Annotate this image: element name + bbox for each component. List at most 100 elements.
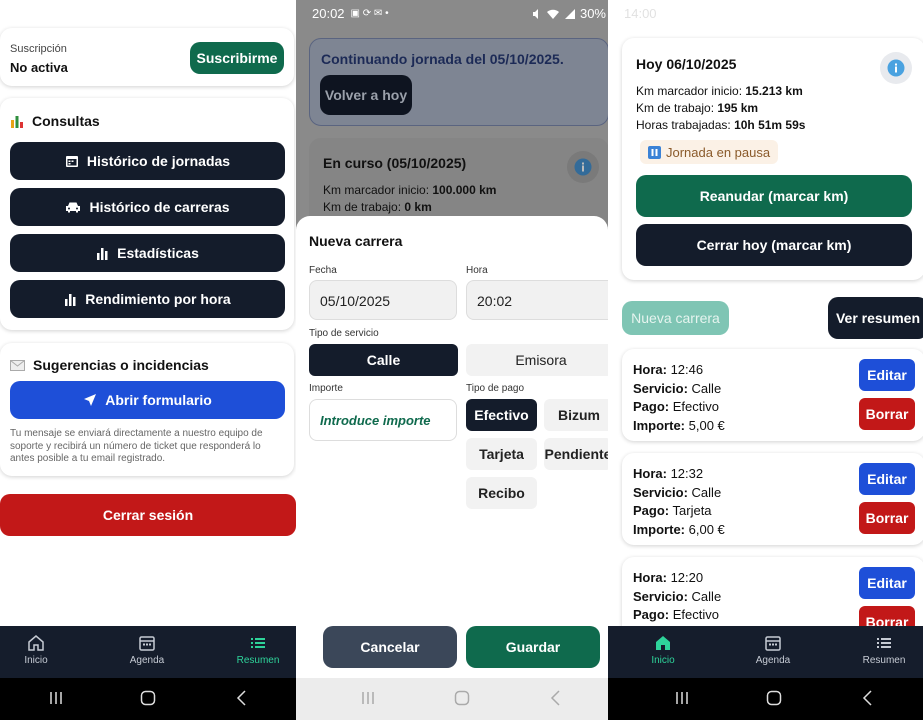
fecha-field[interactable]: 05/10/2025 (309, 280, 457, 320)
logout-button[interactable]: Cerrar sesión (0, 494, 296, 536)
importe-input[interactable]: Introduce importe (309, 399, 457, 441)
service-type-label: Tipo de servicio (309, 328, 379, 339)
ride-details: Hora: 12:32 Servicio: Calle Pago: Tarjet… (633, 465, 725, 539)
value: 12:46 (670, 362, 704, 377)
status-bar: 20:02 ▣ ⟳ ✉ • (312, 6, 389, 21)
subscription-card: Suscripción No activa Suscribirme (0, 28, 294, 86)
system-nav-bar (0, 678, 296, 720)
delete-button[interactable]: Borrar (859, 502, 915, 534)
recents-icon[interactable] (674, 690, 690, 706)
system-nav-bar (608, 678, 923, 720)
value: Efectivo (672, 399, 719, 414)
edit-button[interactable]: Editar (859, 567, 915, 599)
history-shifts-button[interactable]: Histórico de jornadas (10, 142, 285, 180)
ride-pago: Pago: Tarjeta (633, 502, 725, 521)
ride-card: Hora: 12:46 Servicio: Calle Pago: Efecti… (622, 349, 923, 441)
ride-importe: Importe: 5,00 € (633, 417, 725, 436)
service-calle-option[interactable]: Calle (309, 344, 458, 376)
ride-pago: Pago: Efectivo (633, 398, 725, 417)
payment-tarjeta-option[interactable]: Tarjeta (466, 438, 537, 470)
info-button[interactable] (880, 52, 912, 84)
ride-details: Hora: 12:46 Servicio: Calle Pago: Efecti… (633, 361, 725, 435)
edit-button[interactable]: Editar (859, 359, 915, 391)
label: Km marcador inicio: (323, 183, 430, 197)
home-icon (28, 635, 44, 651)
status-right: 30% (532, 6, 606, 21)
new-ride-button-disabled[interactable]: Nueva carrera (622, 301, 729, 335)
label: Servicio: (633, 484, 688, 500)
consultas-card: Consultas Histórico de jornadas Históric… (0, 98, 294, 330)
back-icon[interactable] (860, 690, 876, 706)
home-button-icon[interactable] (766, 690, 782, 706)
recents-icon[interactable] (48, 690, 64, 706)
nav-inicio[interactable]: Inicio (633, 634, 693, 666)
ride-servicio: Servicio: Calle (633, 380, 725, 399)
history-rides-button[interactable]: Histórico de carreras (10, 188, 285, 226)
ride-importe: Importe: 6,00 € (633, 521, 725, 540)
label: Km de trabajo: (323, 200, 402, 214)
hora-field[interactable]: 20:02 (466, 280, 608, 320)
nav-label: Resumen (236, 655, 280, 666)
statistics-button[interactable]: Estadísticas (10, 234, 285, 272)
label: Importe: (633, 417, 685, 433)
suggestions-header: Sugerencias o incidencias (10, 357, 209, 373)
close-day-button[interactable]: Cerrar hoy (marcar km) (636, 224, 912, 266)
cancel-button[interactable]: Cancelar (323, 626, 457, 668)
home-button-icon[interactable] (454, 690, 470, 706)
back-icon[interactable] (548, 690, 564, 706)
current-km-start: Km marcador inicio: 100.000 km (323, 183, 496, 197)
payment-bizum-option[interactable]: Bizum (544, 399, 608, 431)
label: Km marcador inicio: (636, 84, 743, 98)
label: Importe: (633, 521, 685, 537)
note-line: soporte y recibirá un número de ticket q… (10, 440, 261, 452)
nav-resumen[interactable]: Resumen (228, 634, 288, 666)
nav-agenda[interactable]: Agenda (743, 634, 803, 666)
edit-button[interactable]: Editar (859, 463, 915, 495)
hourly-performance-button[interactable]: Rendimiento por hora (10, 280, 285, 318)
open-form-button[interactable]: Abrir formulario (10, 381, 285, 419)
label: Pago: (633, 503, 670, 518)
right-screen: 14:00 Hoy 06/10/2025 Km marcador inicio:… (608, 0, 923, 720)
hora-label: Hora (466, 265, 488, 276)
suggestions-note: Tu mensaje se enviará directamente a nue… (10, 428, 263, 466)
current-km-work: Km de trabajo: 0 km (323, 200, 432, 214)
subscription-status: No activa (10, 60, 68, 75)
consultas-header: Consultas (10, 113, 100, 129)
value: 6,00 € (688, 521, 725, 537)
suggestions-card: Sugerencias o incidencias Abrir formular… (0, 343, 294, 476)
back-icon[interactable] (234, 690, 250, 706)
recents-icon[interactable] (360, 690, 376, 706)
label: Km de trabajo: (636, 101, 715, 115)
view-summary-button[interactable]: Ver resumen (828, 297, 923, 339)
new-ride-sheet: Nueva carrera Fecha 05/10/2025 Hora 20:0… (296, 216, 608, 678)
payment-recibo-option[interactable]: Recibo (466, 477, 537, 509)
resume-button[interactable]: Reanudar (marcar km) (636, 175, 912, 217)
home-button-icon[interactable] (140, 690, 156, 706)
delete-button[interactable]: Borrar (859, 398, 915, 430)
car-icon (66, 202, 81, 213)
statistics-label: Estadísticas (117, 245, 199, 261)
send-icon (84, 394, 97, 406)
save-button[interactable]: Guardar (466, 626, 600, 668)
today-km-start: Km marcador inicio: 15.213 km (636, 84, 803, 98)
payment-pendiente-option[interactable]: Pendiente (544, 438, 608, 470)
payment-type-label: Tipo de pago (466, 383, 525, 394)
system-nav-bar (296, 678, 608, 720)
today-hours: Horas trabajadas: 10h 51m 59s (636, 118, 805, 132)
service-emisora-option[interactable]: Emisora (466, 344, 608, 376)
bar-chart-icon (11, 116, 23, 128)
middle-screen: 20:02 ▣ ⟳ ✉ • 30% Continuando jornada de… (296, 0, 608, 720)
consultas-title: Consultas (32, 113, 100, 129)
subscribe-button[interactable]: Suscribirme (190, 42, 284, 74)
nav-label: Resumen (862, 655, 906, 666)
nav-agenda[interactable]: Agenda (117, 634, 177, 666)
label: Pago: (633, 607, 670, 622)
nav-inicio[interactable]: Inicio (6, 634, 66, 666)
info-icon (574, 158, 592, 176)
ride-hora: Hora: 12:32 (633, 465, 725, 484)
back-to-today-button[interactable]: Volver a hoy (320, 75, 412, 115)
nav-resumen[interactable]: Resumen (854, 634, 914, 666)
status-bar-faded: ● ● · (10, 2, 36, 16)
info-button[interactable] (567, 151, 599, 183)
payment-efectivo-option[interactable]: Efectivo (466, 399, 537, 431)
